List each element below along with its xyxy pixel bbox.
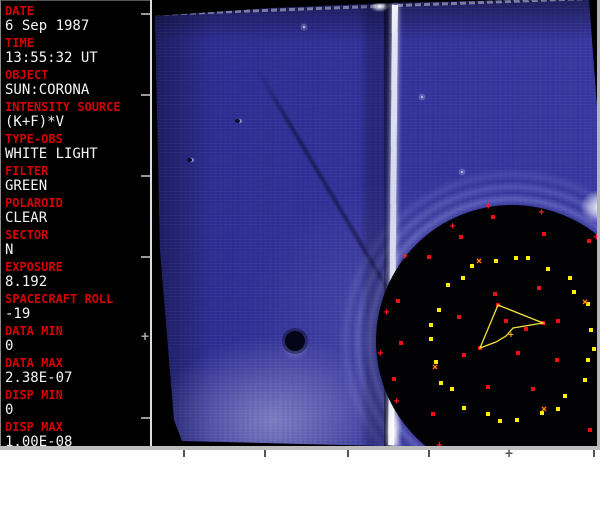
metadata-field-label: SPACECRAFT ROLL xyxy=(5,292,114,306)
metadata-field-value: GREEN xyxy=(5,178,48,194)
metadata-field-value: 6 Sep 1987 xyxy=(5,18,90,34)
coronagraph-image-viewport: +++++++++××××+ xyxy=(150,0,600,447)
metadata-field: TIME 13:55:32 UT xyxy=(5,36,147,68)
frame-bottom-tick xyxy=(593,450,595,457)
frame-bottom-tick xyxy=(347,450,349,457)
contour-polygon xyxy=(478,304,546,350)
metadata-field: SPACECRAFT ROLL -19 xyxy=(5,292,147,324)
metadata-field-value: 13:55:32 UT xyxy=(5,50,98,66)
metadata-field: EXPOSURE 8.192 xyxy=(5,260,147,292)
metadata-field: FILTER GREEN xyxy=(5,164,147,196)
metadata-field-value: 0 xyxy=(5,338,14,354)
metadata-field-value: 2.38E-07 xyxy=(5,370,73,386)
frame-bottom-tick xyxy=(183,450,185,457)
metadata-field-label: DISP MIN xyxy=(5,388,63,402)
metadata-field: SECTOR N xyxy=(5,228,147,260)
metadata-field: DISP MIN 0 xyxy=(5,388,147,420)
metadata-field-value: -19 xyxy=(5,306,31,322)
metadata-field-value: N xyxy=(5,242,14,258)
metadata-field: OBJECT SUN:CORONA xyxy=(5,68,147,100)
metadata-field: INTENSITY SOURCE (K+F)*V xyxy=(5,100,147,132)
metadata-field: DATA MAX 2.38E-07 xyxy=(5,356,147,388)
metadata-field-value: WHITE LIGHT xyxy=(5,146,98,162)
frame-bottom-tick xyxy=(428,450,430,457)
sun-center-mark-left: + xyxy=(141,329,149,345)
metadata-field-value: SUN:CORONA xyxy=(5,82,90,98)
frame-left-tick xyxy=(141,256,150,258)
metadata-field-label: DISP MAX xyxy=(5,420,63,434)
metadata-field-label: SECTOR xyxy=(5,228,49,242)
frame-left-tick xyxy=(141,13,150,15)
frame-bottom-tick xyxy=(264,450,266,457)
frame-left-tick xyxy=(141,175,150,177)
sun-center-mark-bottom: + xyxy=(505,446,513,462)
metadata-field-label: POLAROID xyxy=(5,196,63,210)
metadata-field-value: 0 xyxy=(5,402,14,418)
frame-left-tick xyxy=(141,94,150,96)
metadata-field-list: DATE 6 Sep 1987 TIME 13:55:32 UT OBJECT SUN:C… xyxy=(5,4,147,452)
metadata-sidebar: DATE 6 Sep 1987 TIME 13:55:32 UT OBJECT SUN:C… xyxy=(0,0,150,450)
metadata-field-label: TYPE-OBS xyxy=(5,132,63,146)
metadata-field-value: (K+F)*V xyxy=(5,114,65,130)
frame-left-tick xyxy=(141,417,150,419)
metadata-field: DATA MIN 0 xyxy=(5,324,147,356)
metadata-field-label: INTENSITY SOURCE xyxy=(5,100,121,114)
metadata-field: DATE 6 Sep 1987 xyxy=(5,4,147,36)
metadata-field-label: TIME xyxy=(5,36,34,50)
metadata-field: POLAROID CLEAR xyxy=(5,196,147,228)
metadata-field-label: FILTER xyxy=(5,164,49,178)
metadata-field-label: DATE xyxy=(5,4,34,18)
metadata-field: TYPE-OBS WHITE LIGHT xyxy=(5,132,147,164)
metadata-field-value: 8.192 xyxy=(5,274,48,290)
metadata-field-label: DATA MIN xyxy=(5,324,63,338)
metadata-field-value: CLEAR xyxy=(5,210,48,226)
contour-polygon-svg xyxy=(478,304,546,350)
metadata-field-label: EXPOSURE xyxy=(5,260,63,274)
coronagraph-viewer-window: DATE 6 Sep 1987 TIME 13:55:32 UT OBJECT SUN:C… xyxy=(0,0,600,512)
metadata-field-label: OBJECT xyxy=(5,68,49,82)
metadata-field-label: DATA MAX xyxy=(5,356,63,370)
